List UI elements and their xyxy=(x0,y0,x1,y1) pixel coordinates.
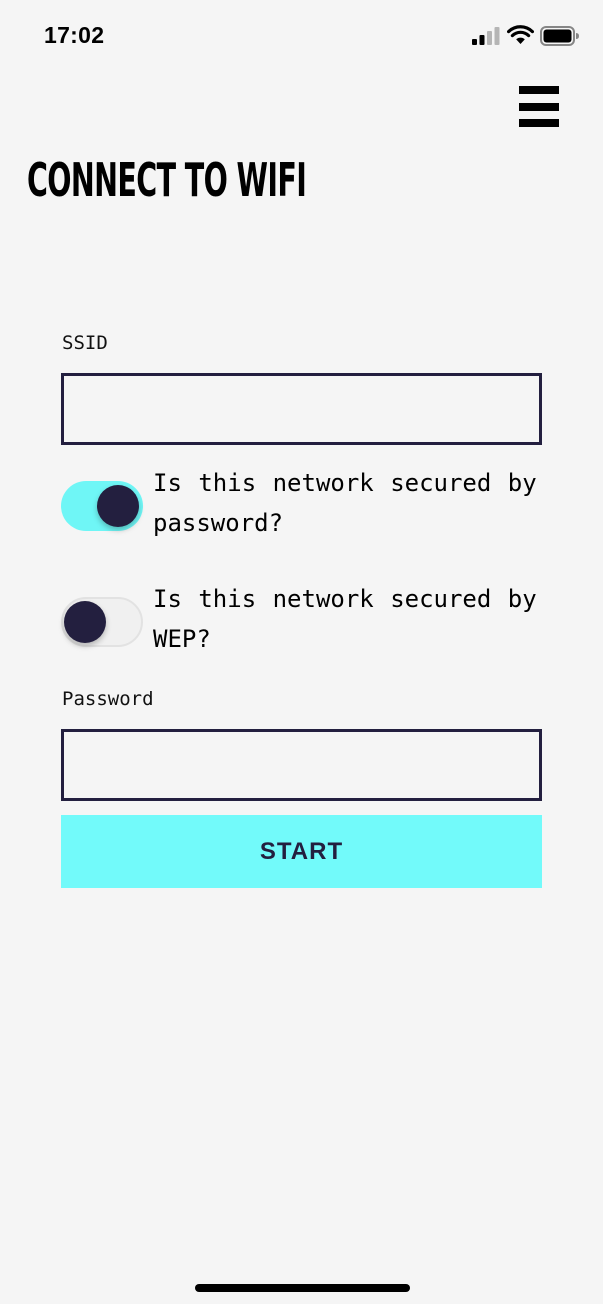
page-title: CONNECT TO WIFI xyxy=(27,153,307,207)
password-secured-row: Is this network secured by password? xyxy=(61,463,551,543)
home-indicator[interactable] xyxy=(195,1284,410,1292)
signal-icon xyxy=(472,27,500,45)
menu-button[interactable] xyxy=(514,84,562,130)
password-input[interactable] xyxy=(61,729,542,801)
wep-secured-label: Is this network secured by WEP? xyxy=(153,585,537,653)
password-secured-toggle[interactable] xyxy=(61,481,143,531)
status-time: 17:02 xyxy=(44,22,105,48)
battery-icon xyxy=(540,26,579,46)
ssid-input[interactable] xyxy=(61,373,542,445)
toggle-knob xyxy=(64,601,106,643)
wifi-icon xyxy=(507,25,534,44)
ssid-label: SSID xyxy=(62,332,108,354)
status-bar: 17:02 xyxy=(0,0,603,70)
password-secured-label: Is this network secured by password? xyxy=(153,469,537,537)
wep-secured-toggle[interactable] xyxy=(61,597,143,647)
wep-secured-row: Is this network secured by WEP? xyxy=(61,579,551,659)
start-button[interactable]: START xyxy=(61,815,542,888)
toggle-knob xyxy=(97,485,139,527)
password-label: Password xyxy=(62,688,154,710)
